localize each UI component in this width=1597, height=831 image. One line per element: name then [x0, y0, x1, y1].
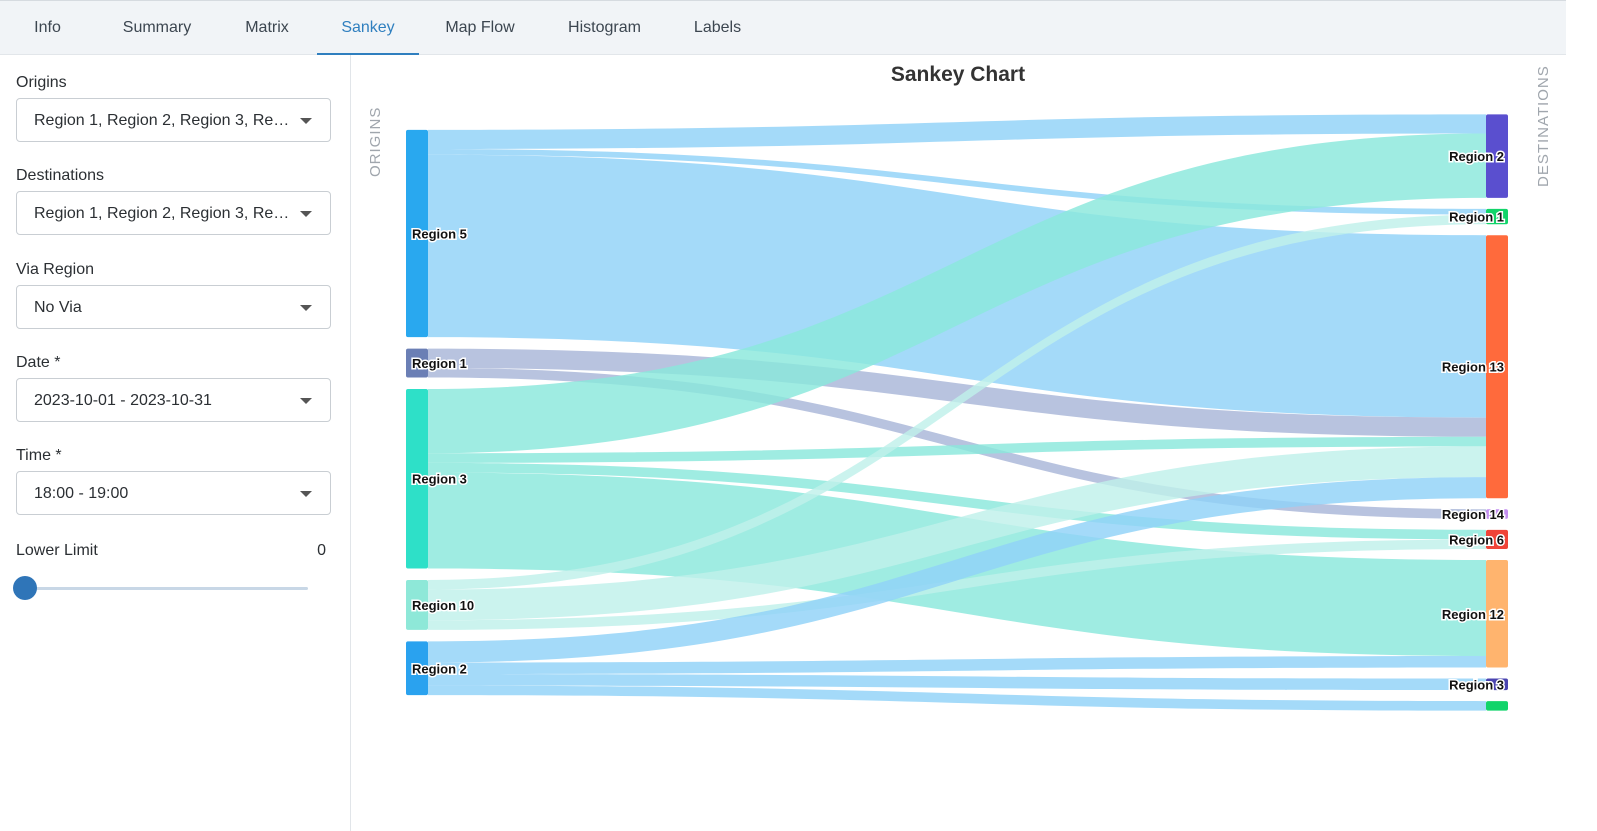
- date-label: Date *: [16, 354, 61, 371]
- destination-node[interactable]: [1486, 701, 1508, 711]
- destinations-label: Destinations: [16, 167, 105, 184]
- lower-limit-label: Lower Limit: [16, 542, 98, 559]
- destinations-select[interactable]: Region 1, Region 2, Region 3, Region 6, …: [16, 191, 331, 235]
- chevron-down-icon: [300, 398, 312, 404]
- chart-title: Sankey Chart: [891, 63, 1025, 86]
- origin-node-label: Region 3: [412, 472, 467, 487]
- destination-node-label: Region 13: [1442, 360, 1504, 375]
- date-value: 2023-10-01 - 2023-10-31: [34, 392, 212, 409]
- origins-axis-label: ORIGINS: [367, 107, 384, 177]
- sankey-link[interactable]: [428, 656, 1486, 675]
- destination-node-label: Region 3: [1449, 677, 1504, 692]
- destinations-axis-label: DESTINATIONS: [1535, 65, 1552, 187]
- filter-sidebar: Origins Region 1, Region 2, Region 3, Re…: [0, 55, 351, 831]
- destination-node-label: Region 2: [1449, 149, 1504, 164]
- tab-info[interactable]: Info: [0, 1, 95, 54]
- chevron-down-icon: [300, 491, 312, 497]
- origin-node-label: Region 10: [412, 598, 474, 613]
- tab-labels[interactable]: Labels: [675, 1, 760, 54]
- tab-histogram[interactable]: Histogram: [547, 1, 662, 54]
- destination-node-label: Region 6: [1449, 532, 1504, 547]
- via-region-select[interactable]: No Via: [16, 285, 331, 329]
- origins-select[interactable]: Region 1, Region 2, Region 3, Region 5, …: [16, 98, 331, 142]
- time-select[interactable]: 18:00 - 19:00: [16, 471, 331, 515]
- tab-map-flow[interactable]: Map Flow: [425, 1, 535, 54]
- chevron-down-icon: [300, 305, 312, 311]
- chevron-down-icon: [300, 118, 312, 124]
- tab-sankey[interactable]: Sankey: [317, 1, 419, 55]
- sankey-chart-area: Sankey Chart ORIGINS DESTINATIONS Region…: [351, 55, 1566, 831]
- tab-matrix[interactable]: Matrix: [222, 1, 312, 54]
- destination-node-label: Region 14: [1442, 507, 1505, 522]
- lower-limit-slider-track[interactable]: [24, 587, 308, 590]
- destination-node-label: Region 1: [1449, 210, 1504, 225]
- chevron-down-icon: [300, 211, 312, 217]
- time-value: 18:00 - 19:00: [34, 485, 129, 502]
- origin-node-label: Region 5: [412, 227, 467, 242]
- tab-bar: Info Summary Matrix Sankey Map Flow Hist…: [0, 1, 1566, 55]
- destinations-value: Region 1, Region 2, Region 3, Region 6, …: [34, 205, 296, 222]
- lower-limit-slider-handle[interactable]: [13, 576, 37, 600]
- via-region-label: Via Region: [16, 261, 94, 278]
- lower-limit-value: 0: [317, 542, 326, 559]
- date-select[interactable]: 2023-10-01 - 2023-10-31: [16, 378, 331, 422]
- origin-node-label: Region 1: [412, 356, 467, 371]
- right-gutter: [1566, 0, 1597, 831]
- destination-node-label: Region 12: [1442, 607, 1504, 622]
- origins-value: Region 1, Region 2, Region 3, Region 5, …: [34, 112, 296, 129]
- via-region-value: No Via: [34, 299, 82, 316]
- sankey-chart: Sankey Chart ORIGINS DESTINATIONS Region…: [367, 63, 1552, 711]
- origin-node-label: Region 2: [412, 661, 467, 676]
- time-label: Time *: [16, 447, 62, 464]
- tab-summary[interactable]: Summary: [107, 1, 207, 54]
- origins-label: Origins: [16, 74, 67, 91]
